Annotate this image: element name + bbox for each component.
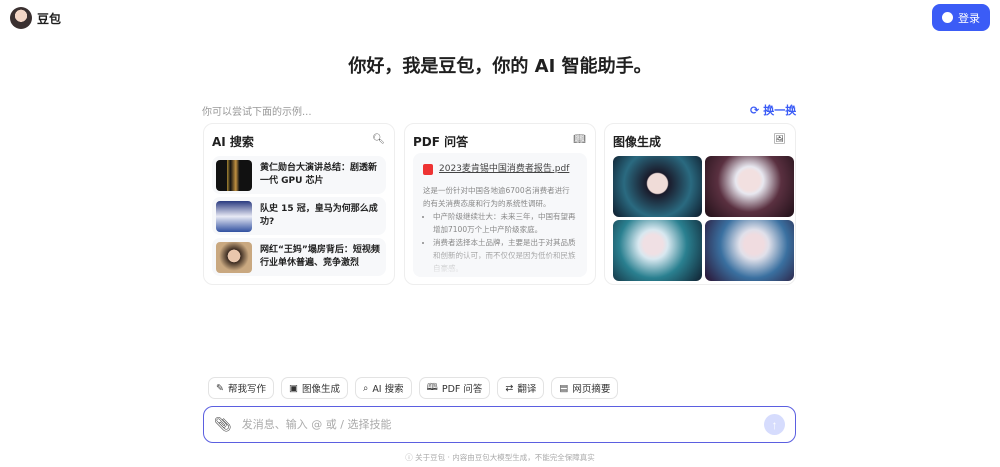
book-icon: 🕮 <box>426 382 438 393</box>
attachment-icon[interactable]: 📎︎ <box>214 417 232 433</box>
chip-label: PDF 问答 <box>441 384 483 395</box>
refresh-button[interactable]: ⟳ 换一换 <box>750 102 796 118</box>
refresh-icon: ⟳ <box>750 103 760 117</box>
chip-label: 网页摘要 <box>572 384 611 395</box>
search-icon: ⌕ <box>362 382 369 394</box>
chip-summary[interactable]: ▤ 网页摘要 <box>551 377 619 399</box>
login-label: 登录 <box>958 12 980 25</box>
thumbnail <box>216 241 252 273</box>
examples-hint: 你可以尝试下面的示例... <box>202 107 312 118</box>
generated-image[interactable] <box>613 220 702 281</box>
avatar-logo <box>10 7 32 29</box>
pdf-bullet: 消费者选择本土品牌，主要是出于对其品质和创新的认可，而不仅仅是因为低价和民族自豪… <box>433 236 577 275</box>
chip-image[interactable]: ▣ 图像生成 <box>280 377 348 399</box>
header: 豆包 登录 <box>0 0 1000 36</box>
list-item[interactable]: 黄仁勋台大演讲总结：剧透新一代 GPU 芯片 <box>212 156 386 194</box>
card-pdf-qa[interactable]: PDF 问答 📖︎ 2023麦肯锡中国消费者报告.pdf 这是一份针对中国各地逾… <box>404 123 596 285</box>
chip-label: 翻译 <box>517 384 537 395</box>
pdf-file-icon <box>423 164 433 175</box>
disclaimer: 内容由豆包大模型生成，不能完全保障真实 <box>452 453 595 462</box>
pdf-filename[interactable]: 2023麦肯锡中国消费者报告.pdf <box>439 163 569 176</box>
thumbnail <box>216 200 252 232</box>
news-title: 网红“王妈”塌房背后：短视频行业单休普遍、竞争激烈 <box>260 245 380 268</box>
news-title: 队史 15 冠，皇马为何那么成功? <box>260 204 378 227</box>
chip-label: AI 搜索 <box>372 384 404 395</box>
about-link[interactable]: 关于豆包 <box>415 453 445 462</box>
message-input[interactable] <box>241 418 754 431</box>
send-button[interactable]: ↑ <box>764 414 785 435</box>
message-box: 📎︎ ↑ <box>203 406 796 443</box>
pdf-preview: 2023麦肯锡中国消费者报告.pdf 这是一份针对中国各地逾6700名消费者进行… <box>413 153 587 277</box>
info-icon: ⓘ <box>405 453 413 462</box>
card-title: 图像生成 <box>613 135 662 149</box>
thumbnail <box>216 159 252 191</box>
search-icon: 🔍︎ <box>372 134 385 145</box>
card-ai-search[interactable]: AI 搜索 🔍︎ 黄仁勋台大演讲总结：剧透新一代 GPU 芯片 队史 15 冠，… <box>203 123 395 285</box>
list-item[interactable]: 队史 15 冠，皇马为何那么成功? <box>212 197 386 235</box>
skill-chips: ✎ 帮我写作 ▣ 图像生成 ⌕ AI 搜索 🕮 PDF 问答 ⇄ 翻译 ▤ 网页摘要 <box>208 377 619 399</box>
pen-icon: ✎ <box>216 382 224 394</box>
page-title: 你好，我是豆包，你的 AI 智能助手。 <box>348 56 652 77</box>
footer: ⓘ 关于豆包 · 内容由豆包大模型生成，不能完全保障真实 <box>405 453 595 462</box>
login-button[interactable]: 登录 <box>932 4 990 31</box>
card-title: PDF 问答 <box>413 135 469 149</box>
chip-write[interactable]: ✎ 帮我写作 <box>208 377 274 399</box>
user-icon <box>942 12 953 23</box>
image-icon: ▣ <box>288 382 298 394</box>
card-image-gen[interactable]: 图像生成 🖼︎ <box>604 123 796 285</box>
chip-pdf[interactable]: 🕮 PDF 问答 <box>418 377 491 399</box>
generated-image[interactable] <box>613 156 702 217</box>
pdf-summary: 这是一份针对中国各地逾6700名消费者进行的有关消费态度和行为的系统性调研。 <box>423 186 570 208</box>
chip-label: 图像生成 <box>301 384 340 395</box>
book-icon: 📖︎ <box>573 134 586 145</box>
chip-translate[interactable]: ⇄ 翻译 <box>497 377 545 399</box>
chip-label: 帮我写作 <box>227 384 266 395</box>
brand-name: 豆包 <box>37 12 62 26</box>
card-title: AI 搜索 <box>212 135 254 149</box>
news-title: 黄仁勋台大演讲总结：剧透新一代 GPU 芯片 <box>260 163 378 186</box>
refresh-label: 换一换 <box>763 104 797 117</box>
image-icon: 🖼︎ <box>773 134 786 145</box>
generated-image[interactable] <box>705 220 794 281</box>
pdf-bullet: 中产阶级继续壮大：未来三年，中国有望再增加7100万个上中产阶级家庭。 <box>433 210 577 236</box>
translate-icon: ⇄ <box>505 382 514 394</box>
generated-image[interactable] <box>705 156 794 217</box>
chip-search[interactable]: ⌕ AI 搜索 <box>354 377 412 399</box>
webpage-icon: ▤ <box>559 382 569 394</box>
list-item[interactable]: 网红“王妈”塌房背后：短视频行业单休普遍、竞争激烈 <box>212 238 386 276</box>
